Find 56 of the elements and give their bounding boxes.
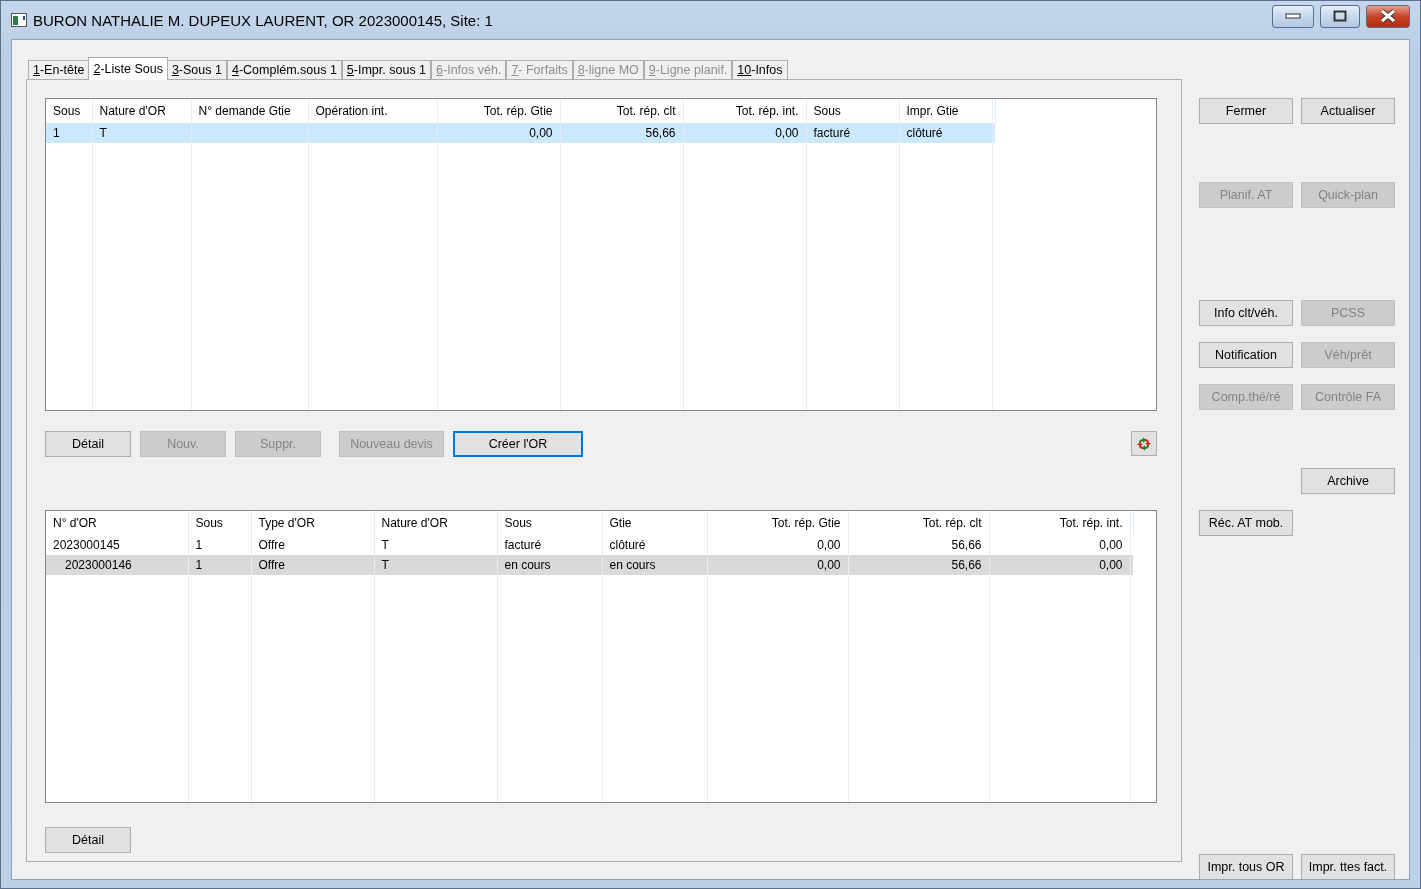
tab[interactable]: 4-Complém.sous 1 [226, 60, 342, 80]
table-cell: Offre [251, 555, 374, 575]
column-header[interactable]: Tot. rép. Gtie [707, 511, 848, 535]
table-cell: T [92, 123, 191, 143]
column-header[interactable]: Nature d'OR [374, 511, 497, 535]
minimize-button[interactable] [1272, 4, 1314, 28]
table-cell: 0,00 [683, 123, 806, 143]
table-cell: 56,66 [848, 555, 989, 575]
table-cell: en cours [497, 555, 602, 575]
table-cell: 0,00 [989, 555, 1130, 575]
app-icon [11, 13, 27, 27]
table-row[interactable]: 1 T 0,00 56,66 0,00 facturé clôturé [46, 123, 995, 143]
table-cell: 0,00 [437, 123, 560, 143]
table-row[interactable]: 2023000146 1 Offre T en cours en cours 0,00 56,66 0,00 [46, 555, 1133, 575]
button[interactable]: Détail [45, 430, 131, 457]
close-button[interactable] [1366, 4, 1410, 28]
button[interactable]: Notification [1199, 342, 1293, 368]
column-header[interactable]: Tot. rép. int. [989, 511, 1130, 535]
minimize-icon [1285, 13, 1301, 19]
maximize-icon [1333, 10, 1347, 22]
column-header[interactable]: Sous [497, 511, 602, 535]
button[interactable]: Actualiser [1301, 98, 1395, 124]
data-grid[interactable]: N° d'OR Sous Type d'OR Nature d'OR Sous Gtie Tot. rép. Gtie Tot. rép. clt Tot. rép. int. 2023000145 1 Offre T facturé clôturé 0,00 56,66 0,00 2023000146 1 Offre T en cours en cours 0,00 56,66 0,00 [45, 510, 1157, 803]
data-grid[interactable]: Sous Nature d'OR N° demande Gtie Opération int. Tot. rép. Gtie Tot. rép. clt Tot. rép. int. Sous Impr. Gtie 1 T 0,00 56,66 0,00 facturé clôturé [45, 98, 1157, 411]
button[interactable]: Impr. tous OR [1199, 854, 1293, 879]
button[interactable]: Impr. ttes fact. [1301, 854, 1395, 879]
refresh-button[interactable] [1131, 431, 1157, 456]
tab[interactable]: 10-Infos [732, 60, 788, 80]
window-title: BURON NATHALIE M. DUPEUX LAURENT, OR 2023000145, Site: 1 [33, 11, 494, 29]
column-header[interactable]: Type d'OR [251, 511, 374, 535]
table-cell: T [374, 555, 497, 575]
column-header[interactable]: N° d'OR [46, 511, 188, 535]
table-cell: en cours [602, 555, 707, 575]
tab[interactable]: 2-Liste Sous [88, 57, 168, 80]
column-header[interactable]: Sous [188, 511, 251, 535]
refresh-icon [1136, 435, 1152, 452]
column-header[interactable]: Gtie [602, 511, 707, 535]
table-cell: 1 [188, 555, 251, 575]
tab[interactable]: 1-En-tête [28, 60, 90, 80]
close-icon [1379, 9, 1397, 23]
button[interactable]: Archive [1301, 468, 1395, 494]
tab[interactable]: 5-Impr. sous 1 [341, 60, 432, 80]
table-cell: 2023000146 [46, 555, 188, 575]
detail-button[interactable]: Détail [45, 826, 131, 853]
button[interactable]: Info clt/véh. [1199, 300, 1293, 326]
table-cell: facturé [806, 123, 899, 143]
table-cell: 56,66 [560, 123, 683, 143]
tab[interactable]: 3-Sous 1 [166, 60, 227, 80]
table-cell: clôturé [899, 123, 992, 143]
button[interactable]: Fermer [1199, 98, 1293, 124]
table-cell: 0,00 [707, 555, 848, 575]
button[interactable]: Réc. AT mob. [1199, 510, 1293, 536]
column-header[interactable]: Tot. rép. clt [848, 511, 989, 535]
maximize-button[interactable] [1320, 4, 1360, 28]
button[interactable]: Créer l'OR [453, 430, 583, 457]
table-cell: 1 [46, 123, 92, 143]
